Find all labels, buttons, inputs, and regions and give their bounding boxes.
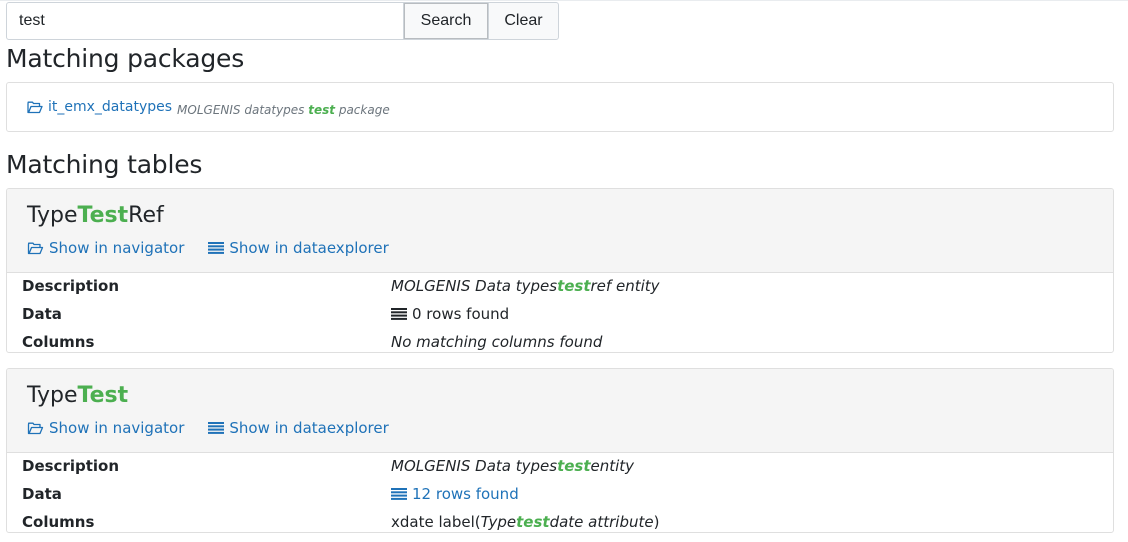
package-item: it_emx_datatypes MOLGENIS datatypes test… <box>27 99 390 117</box>
package-card: it_emx_datatypes MOLGENIS datatypes test… <box>6 82 1114 132</box>
description-key: Description <box>22 277 120 295</box>
clear-button[interactable]: Clear <box>488 2 559 40</box>
matching-packages-title: Matching packages <box>6 44 245 73</box>
highlight: test <box>557 277 591 295</box>
columns-row: Columns xdate label(Type test date attrib… <box>7 509 1113 532</box>
folder-open-icon <box>27 101 43 113</box>
columns-key: Columns <box>22 333 95 351</box>
description-value: MOLGENIS Data types test ref entity <box>391 277 660 295</box>
highlight: Test <box>77 383 129 408</box>
list-icon <box>391 308 407 320</box>
list-icon <box>391 488 407 500</box>
highlight: test <box>308 102 336 117</box>
data-row: Data 0 rows found <box>7 301 1113 329</box>
columns-key: Columns <box>22 513 95 531</box>
package-link[interactable]: it_emx_datatypes <box>27 99 172 115</box>
table-name: TypeTest <box>27 383 129 408</box>
search-button[interactable]: Search <box>403 2 489 40</box>
highlight: Test <box>77 203 129 228</box>
table-links: Show in navigator Show in dataexplorer <box>27 419 413 437</box>
description-key: Description <box>22 457 120 475</box>
columns-value: No matching columns found <box>391 333 603 351</box>
table-links: Show in navigator Show in dataexplorer <box>27 239 413 257</box>
list-icon <box>208 242 225 254</box>
data-row: Data 12 rows found <box>7 481 1113 509</box>
table-card-header: TypeTest Show in navigator Show in datae… <box>7 369 1113 453</box>
package-description: MOLGENIS datatypes test package <box>177 102 390 117</box>
data-value: 0 rows found <box>391 305 509 323</box>
folder-open-icon <box>27 242 44 254</box>
search-bar: Search Clear <box>6 2 559 40</box>
rows-found-link[interactable]: 12 rows found <box>391 485 519 503</box>
show-in-navigator-link[interactable]: Show in navigator <box>27 419 184 437</box>
description-row: Description MOLGENIS Data types test ent… <box>7 453 1113 481</box>
table-card: TypeTest Show in navigator Show in datae… <box>6 368 1114 533</box>
highlight: test <box>516 513 550 531</box>
search-input[interactable] <box>6 2 404 40</box>
show-in-dataexplorer-link[interactable]: Show in dataexplorer <box>208 239 389 257</box>
list-icon <box>208 422 225 434</box>
show-in-dataexplorer-link[interactable]: Show in dataexplorer <box>208 419 389 437</box>
table-card: TypeTestRef Show in navigator Show in da… <box>6 188 1114 353</box>
table-card-header: TypeTestRef Show in navigator Show in da… <box>7 189 1113 273</box>
show-in-navigator-link[interactable]: Show in navigator <box>27 239 184 257</box>
table-name: TypeTestRef <box>27 203 164 228</box>
folder-open-icon <box>27 422 44 434</box>
columns-row: Columns No matching columns found <box>7 329 1113 352</box>
description-value: MOLGENIS Data types test entity <box>391 457 635 475</box>
highlight: test <box>557 457 591 475</box>
columns-value: xdate label(Type test date attribute) <box>391 513 660 531</box>
top-divider <box>0 0 1128 1</box>
package-name: it_emx_datatypes <box>48 99 173 115</box>
data-key: Data <box>22 485 62 503</box>
description-row: Description MOLGENIS Data types test ref… <box>7 273 1113 301</box>
data-key: Data <box>22 305 62 323</box>
matching-tables-title: Matching tables <box>6 150 203 179</box>
